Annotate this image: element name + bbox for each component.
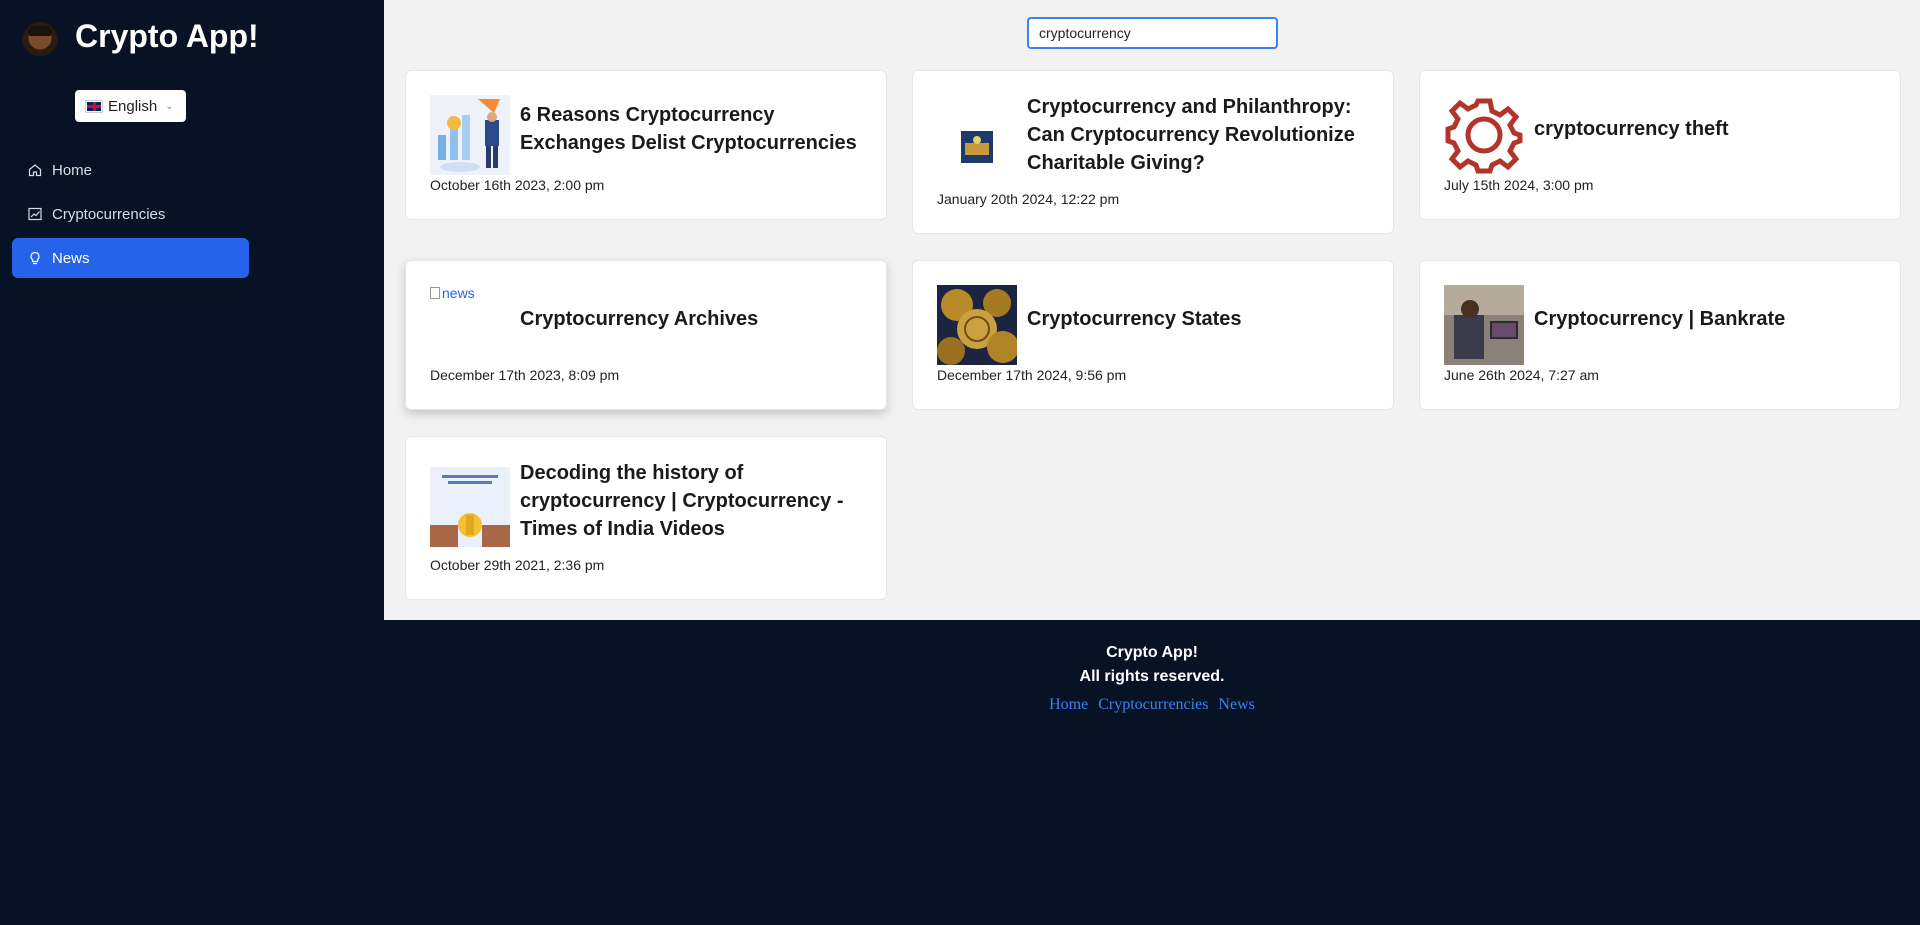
footer-link-cryptocurrencies[interactable]: Cryptocurrencies <box>1098 696 1208 713</box>
news-card[interactable]: 6 Reasons Cryptocurrency Exchanges Delis… <box>405 70 887 220</box>
news-title-line: Cryptocurrency and Philanthropy: <box>1027 96 1352 118</box>
footer: Crypto App! All rights reserved. Home Cr… <box>384 620 1920 714</box>
app-title: Crypto App! <box>75 18 259 54</box>
news-card[interactable]: cryptocurrency theft July 15th 2024, 3:0… <box>1419 70 1901 220</box>
sidebar: Crypto App! English ⌄ Home Cryptocurrenc… <box>0 0 384 925</box>
news-thumbnail <box>430 95 510 175</box>
search-input[interactable] <box>1027 17 1278 49</box>
news-title-line: Can Cryptocurrency Revolutionize <box>1027 124 1355 146</box>
news-card[interactable]: Cryptocurrency States December 17th 2024… <box>912 260 1394 410</box>
news-title: Cryptocurrency Archives <box>520 308 759 330</box>
sidebar-item-label: Home <box>52 161 93 179</box>
bulb-icon <box>28 251 42 265</box>
news-date: July 15th 2024, 3:00 pm <box>1444 177 1594 193</box>
news-card[interactable]: Cryptocurrency and Philanthropy: Can Cry… <box>912 70 1394 234</box>
footer-link-news[interactable]: News <box>1218 696 1254 713</box>
news-date: January 20th 2024, 12:22 pm <box>937 191 1120 207</box>
news-date: October 29th 2021, 2:36 pm <box>430 557 605 573</box>
broken-image: news <box>430 285 510 365</box>
news-thumbnail <box>1444 285 1524 365</box>
language-label: English <box>108 97 158 115</box>
news-card[interactable]: Cryptocurrency | Bankrate June 26th 2024… <box>1419 260 1901 410</box>
chart-icon <box>28 207 42 221</box>
news-date: December 17th 2024, 9:56 pm <box>937 367 1127 383</box>
main-content: 6 Reasons Cryptocurrency Exchanges Delis… <box>384 0 1920 620</box>
footer-link-home[interactable]: Home <box>1049 696 1088 713</box>
brand <box>22 22 58 62</box>
news-thumbnail <box>937 107 1017 187</box>
news-card[interactable]: Decoding the history of cryptocurrency |… <box>405 436 887 600</box>
avatar <box>22 22 58 62</box>
uk-flag-icon <box>85 99 103 113</box>
news-title: Cryptocurrency | Bankrate <box>1534 308 1786 330</box>
footer-links: Home Cryptocurrencies News <box>384 696 1920 714</box>
chevron-down-icon: ⌄ <box>165 100 174 112</box>
footer-rights: All rights reserved. <box>1079 668 1225 685</box>
news-title: cryptocurrency theft <box>1534 118 1729 140</box>
news-title-line: cryptocurrency | Cryptocurrency - <box>520 490 844 512</box>
sidebar-item-cryptocurrencies[interactable]: Cryptocurrencies <box>12 194 249 234</box>
footer-brand: Crypto App! <box>1106 644 1198 661</box>
sidebar-item-label: Cryptocurrencies <box>52 205 166 223</box>
sidebar-nav: Home Cryptocurrencies News <box>12 150 249 282</box>
broken-image-icon <box>430 287 440 299</box>
news-title-line: 6 Reasons Cryptocurrency <box>520 104 775 126</box>
news-title-line: Decoding the history of <box>520 462 744 484</box>
news-title: 6 Reasons Cryptocurrency Exchanges Delis… <box>520 101 857 157</box>
news-card[interactable]: news Cryptocurrency Archives December 17… <box>405 260 887 410</box>
gear-icon <box>1444 95 1524 175</box>
news-thumbnail <box>430 467 510 547</box>
news-title-line: Times of India Videos <box>520 518 725 540</box>
news-title: Cryptocurrency States <box>1027 308 1242 330</box>
news-title: Decoding the history of cryptocurrency |… <box>520 459 843 543</box>
news-title-line: Exchanges Delist Cryptocurrencies <box>520 132 857 154</box>
news-date: December 17th 2023, 8:09 pm <box>430 367 620 383</box>
news-date: October 16th 2023, 2:00 pm <box>430 177 605 193</box>
sidebar-item-label: News <box>52 249 90 267</box>
news-title: Cryptocurrency and Philanthropy: Can Cry… <box>1027 93 1355 177</box>
image-alt-text: news <box>442 285 475 301</box>
language-select[interactable]: English ⌄ <box>75 90 186 122</box>
sidebar-item-news[interactable]: News <box>12 238 249 278</box>
sidebar-item-home[interactable]: Home <box>12 150 249 190</box>
news-title-line: Charitable Giving? <box>1027 152 1205 174</box>
home-icon <box>28 163 42 177</box>
news-date: June 26th 2024, 7:27 am <box>1444 367 1599 383</box>
news-thumbnail <box>937 285 1017 365</box>
